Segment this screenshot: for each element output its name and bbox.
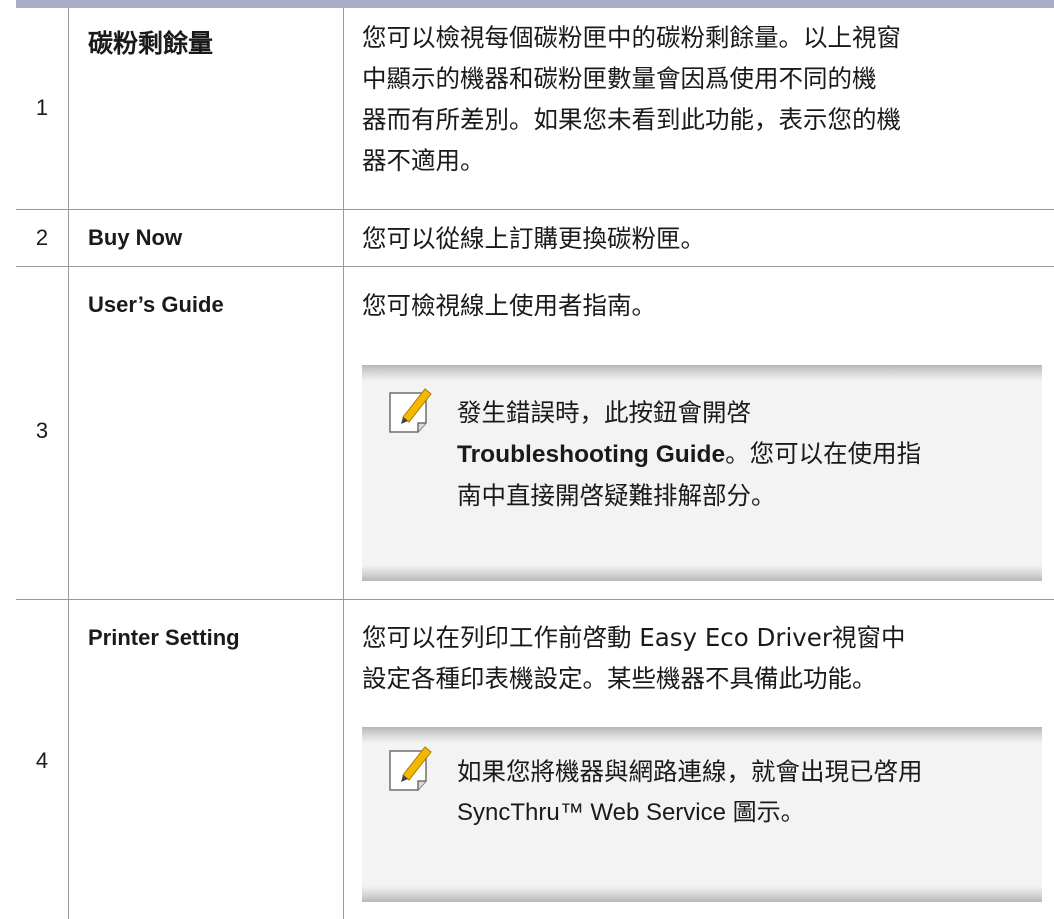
feature-description: 您可以檢視每個碳粉匣中的碳粉剩餘量。以上視窗 中顯示的機器和碳粉匣數量會因爲使用… — [362, 17, 1042, 181]
note-line: SyncThru™ Web Service 圖示。 — [457, 799, 805, 826]
note-line: 如果您將機器與網路連線，就會出現已啓用 — [457, 757, 923, 786]
description-line: 中顯示的機器和碳粉匣數量會因爲使用不同的機 — [362, 64, 877, 93]
grid-line — [16, 209, 1054, 210]
note-line: Troubleshooting Guide。您可以在使用指 — [457, 433, 1037, 475]
troubleshooting-guide-term: Troubleshooting Guide — [457, 441, 726, 468]
row-number: 3 — [35, 418, 49, 443]
description-line: 您可以檢視每個碳粉匣中的碳粉剩餘量。以上視窗 — [362, 23, 901, 52]
feature-name: Printer Setting — [88, 625, 240, 650]
feature-name: 碳粉剩餘量 — [88, 29, 214, 58]
table-top-rule — [16, 0, 1054, 8]
grid-line — [343, 8, 344, 919]
description-line: 您可以在列印工作前啓動 Easy Eco Driver視窗中 — [362, 623, 906, 652]
note-text: 發生錯誤時，此按鈕會開啓 Troubleshooting Guide。您可以在使… — [457, 392, 1037, 516]
row-number: 4 — [35, 748, 49, 773]
grid-line — [68, 8, 69, 919]
row-number: 1 — [35, 95, 49, 120]
note-line: 南中直接開啓疑難排解部分。 — [457, 481, 776, 510]
pencil-note-icon — [389, 746, 432, 791]
note-box: 如果您將機器與網路連線，就會出現已啓用 SyncThru™ Web Servic… — [362, 727, 1042, 902]
feature-name: User’s Guide — [88, 292, 224, 317]
description-line: 設定各種印表機設定。某些機器不具備此功能。 — [362, 664, 877, 693]
note-line: 發生錯誤時，此按鈕會開啓 — [457, 398, 751, 427]
feature-name: Buy Now — [88, 225, 183, 250]
feature-description: 您可以在列印工作前啓動 Easy Eco Driver視窗中 設定各種印表機設定… — [362, 617, 1042, 699]
feature-description: 您可檢視線上使用者指南。 — [362, 291, 656, 320]
note-box: 發生錯誤時，此按鈕會開啓 Troubleshooting Guide。您可以在使… — [362, 365, 1042, 581]
note-line-tail: 。您可以在使用指 — [725, 439, 922, 468]
description-line: 器不適用。 — [362, 146, 485, 175]
feature-description: 您可以從線上訂購更換碳粉匣。 — [362, 224, 705, 253]
note-text: 如果您將機器與網路連線，就會出現已啓用 SyncThru™ Web Servic… — [457, 751, 1037, 833]
description-line: 器而有所差別。如果您未看到此功能，表示您的機 — [362, 105, 901, 134]
pencil-note-icon — [389, 388, 432, 433]
grid-line — [16, 599, 1054, 600]
row-number: 2 — [35, 225, 49, 250]
grid-line — [16, 266, 1054, 267]
